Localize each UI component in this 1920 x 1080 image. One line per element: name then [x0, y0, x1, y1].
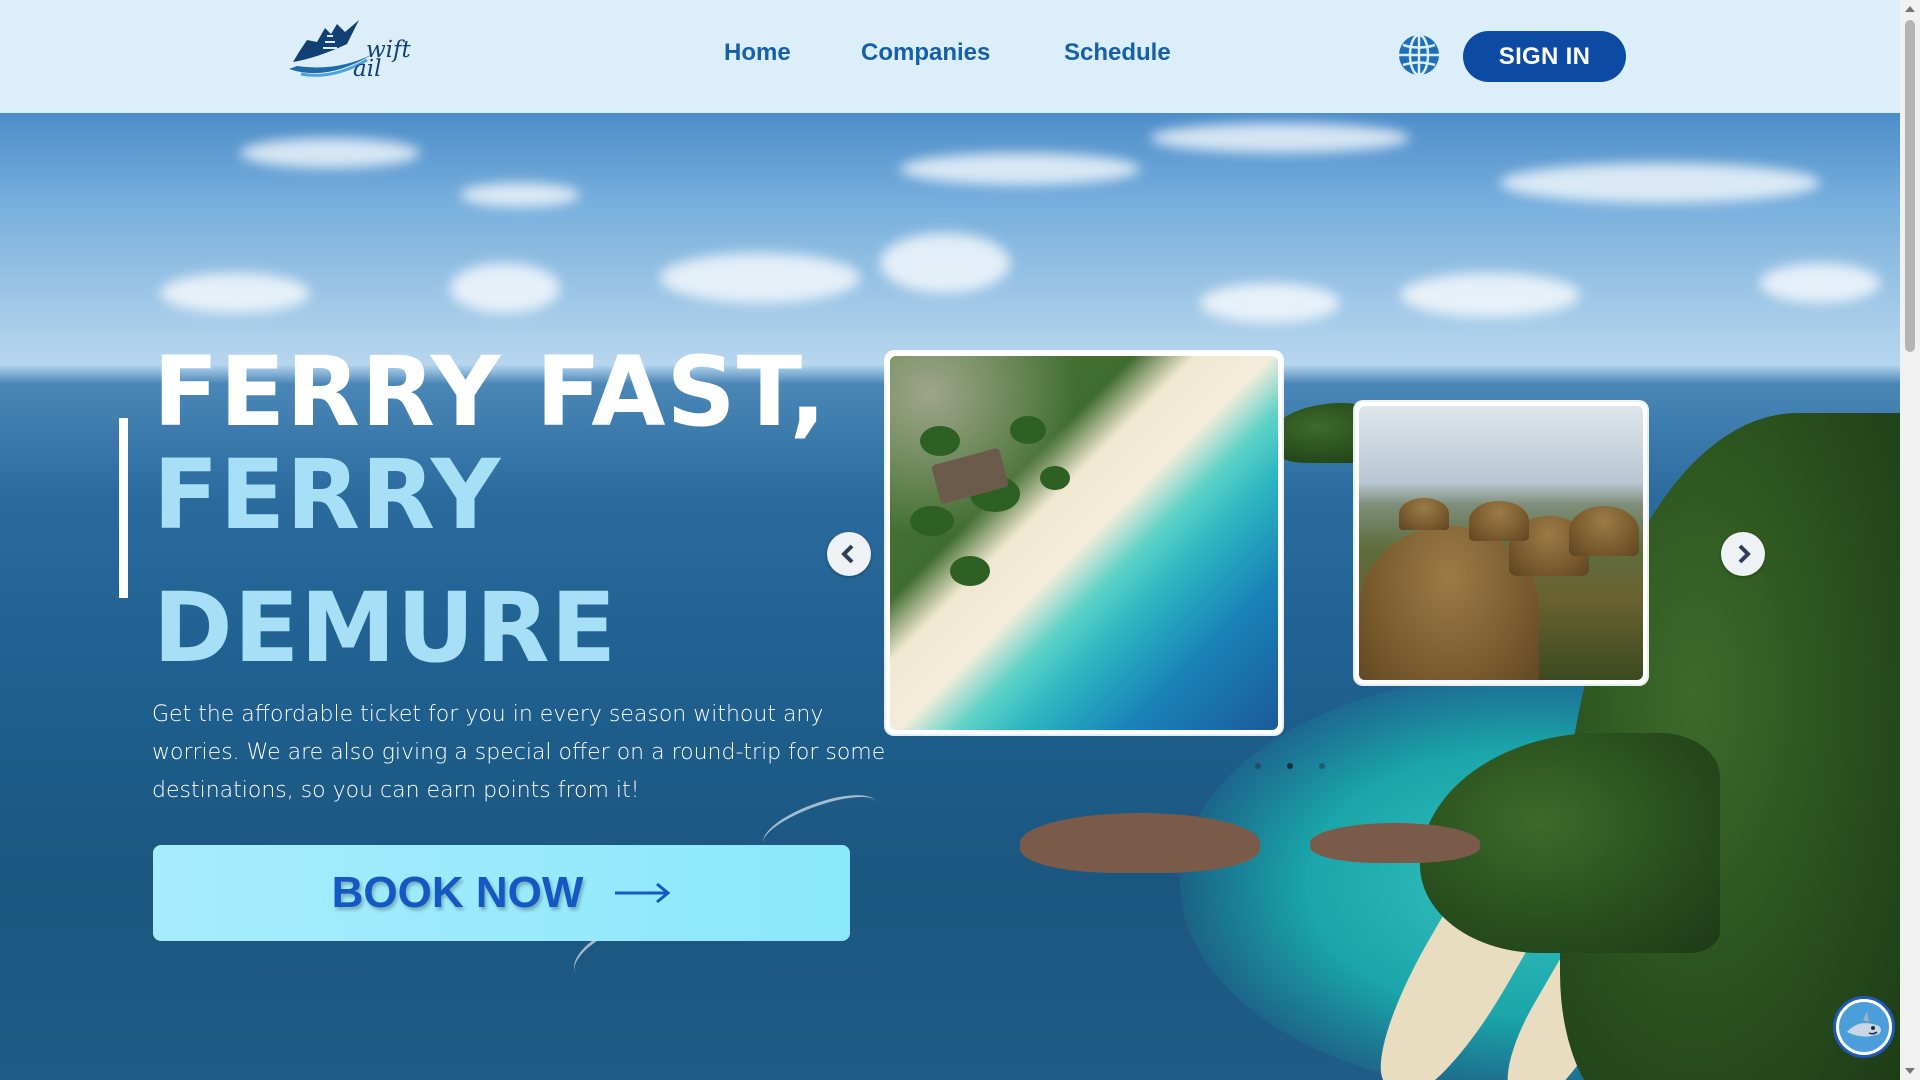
scroll-up-arrow[interactable] — [1905, 6, 1915, 12]
sign-in-button[interactable]: SIGN IN — [1463, 31, 1626, 82]
carousel-dots — [1255, 763, 1325, 769]
arrow-right-icon — [615, 882, 671, 904]
carousel-slide-hills[interactable] — [1355, 402, 1647, 684]
beach-aerial-image — [890, 356, 1278, 730]
headline-line-3: DEMURE — [153, 572, 618, 684]
headline-line-1: FERRY FAST, — [153, 336, 827, 448]
shark-mascot-icon — [1839, 1002, 1889, 1052]
hero-description: Get the affordable ticket for you in eve… — [152, 702, 886, 803]
carousel-prev-button[interactable] — [827, 532, 871, 576]
chevron-left-icon — [841, 544, 854, 564]
site-logo[interactable]: wift ail — [287, 14, 417, 86]
nav-companies[interactable]: Companies — [861, 39, 990, 67]
scroll-down-arrow[interactable] — [1905, 1068, 1915, 1074]
page-scrollbar[interactable] — [1900, 0, 1920, 1080]
globe-icon[interactable] — [1397, 33, 1441, 77]
headline-line-2: FERRY — [153, 439, 502, 551]
book-now-button[interactable]: BOOK NOW — [153, 845, 850, 941]
chat-widget-button[interactable] — [1833, 996, 1895, 1058]
chocolate-hills-image — [1359, 406, 1643, 680]
carousel-dot[interactable] — [1255, 763, 1261, 769]
book-now-label: BOOK NOW — [331, 868, 584, 917]
nav-schedule[interactable]: Schedule — [1064, 39, 1171, 67]
carousel-dot[interactable] — [1319, 763, 1325, 769]
headline-accent-bar — [119, 418, 128, 598]
site-header: wift ail Home Companies Schedule SIGN IN — [0, 0, 1900, 113]
carousel-slide-beach[interactable] — [886, 352, 1282, 734]
carousel-dot-active[interactable] — [1287, 763, 1293, 769]
chevron-right-icon — [1738, 544, 1751, 564]
nav-home[interactable]: Home — [724, 39, 791, 67]
logo-text-bottom: ail — [353, 56, 382, 82]
scrollbar-thumb[interactable] — [1905, 20, 1915, 352]
carousel-next-button[interactable] — [1721, 532, 1765, 576]
